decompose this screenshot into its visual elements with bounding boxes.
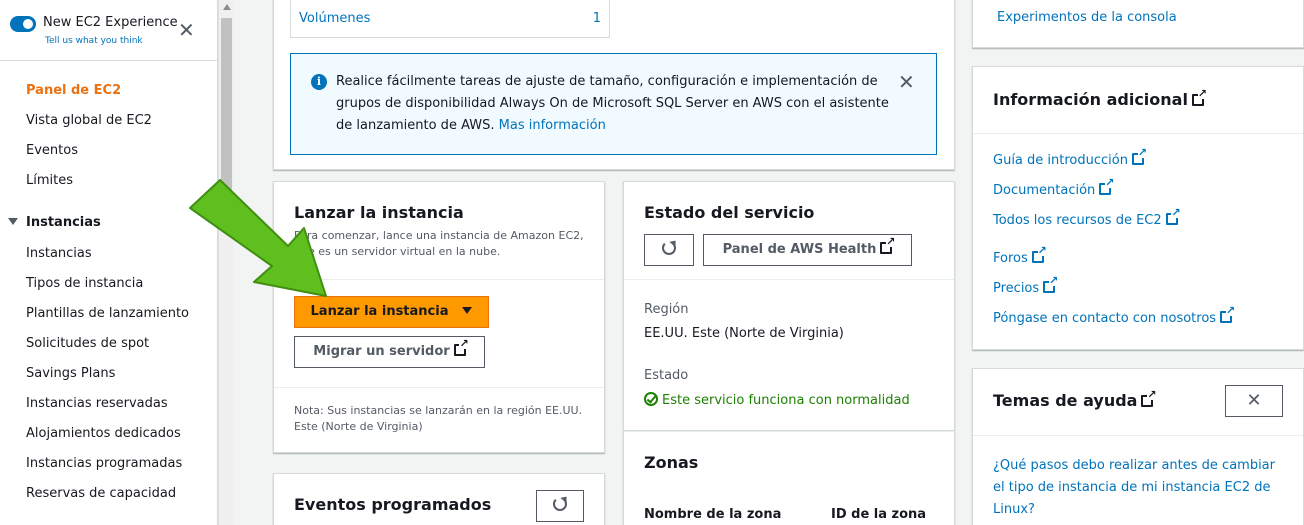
close-icon[interactable]: ✕ xyxy=(178,20,195,40)
link-pricing[interactable]: Precios xyxy=(993,275,1059,296)
annotation-arrow-icon xyxy=(189,179,327,297)
region-label: Región xyxy=(644,302,689,317)
link-all-resources[interactable]: Todos los recursos de EC2 xyxy=(993,207,1181,228)
scroll-up-arrow-icon[interactable] xyxy=(223,4,231,10)
help-topics-panel: Temas de ayuda ✕ ¿Qué pasos debo realiza… xyxy=(972,368,1304,525)
migrate-server-label: Migrar un servidor xyxy=(313,344,450,359)
info-banner: i Realice fácilmente tareas de ajuste de… xyxy=(290,53,937,155)
link-all-resources-label: Todos los recursos de EC2 xyxy=(993,213,1162,228)
external-link-icon xyxy=(1131,147,1147,165)
sidebar-item-spot-requests[interactable]: Solicitudes de spot xyxy=(26,336,149,351)
help-topics-title: Temas de ayuda xyxy=(993,389,1157,410)
external-link-icon xyxy=(880,236,896,254)
migrate-server-button[interactable]: Migrar un servidor xyxy=(294,336,485,368)
link-contact-us[interactable]: Póngase en contacto con nosotros xyxy=(993,305,1236,326)
sidebar-item-global-view[interactable]: Vista global de EC2 xyxy=(26,113,152,128)
sidebar-item-savings-plans[interactable]: Savings Plans xyxy=(26,366,115,381)
feedback-link[interactable]: Tell us what you think xyxy=(45,36,143,46)
sidebar-item-events[interactable]: Eventos xyxy=(26,143,78,158)
zones-title: Zonas xyxy=(644,453,699,472)
status-value: Este servicio funciona con normalidad xyxy=(644,392,910,408)
sidebar-item-dashboard[interactable]: Panel de EC2 xyxy=(26,83,121,98)
divider xyxy=(274,387,604,388)
info-banner-text: Realice fácilmente tareas de ajuste de t… xyxy=(336,71,896,137)
launch-instance-description: Para comenzar, lance una instancia de Am… xyxy=(294,229,584,258)
link-documentation[interactable]: Documentación xyxy=(993,177,1115,198)
status-label: Estado xyxy=(644,368,689,383)
link-pricing-label: Precios xyxy=(993,281,1040,296)
refresh-icon xyxy=(553,497,567,511)
new-experience-toggle[interactable] xyxy=(10,16,36,32)
caret-down-icon[interactable] xyxy=(462,307,473,314)
zones-panel: Zonas Nombre de la zona ID de la zona xyxy=(623,431,955,525)
sidebar-item-reserved-instances[interactable]: Instancias reservadas xyxy=(26,396,168,411)
sidebar-item-instance-types[interactable]: Tipos de instancia xyxy=(26,276,143,291)
link-forums-label: Foros xyxy=(993,251,1028,266)
sidebar-item-scheduled-instances[interactable]: Instancias programadas xyxy=(26,456,182,471)
zones-col-name[interactable]: Nombre de la zona xyxy=(644,507,781,522)
caret-down-icon xyxy=(8,218,18,225)
service-health-panel: Estado del servicio Panel de AWS Health … xyxy=(623,181,955,431)
sidebar-section-label: Instancias xyxy=(26,215,101,230)
link-getting-started-label: Guía de introducción xyxy=(993,153,1128,168)
external-link-icon xyxy=(1031,245,1047,263)
external-link-icon xyxy=(1099,177,1115,195)
external-link-icon xyxy=(1043,275,1059,293)
additional-info-title: Información adicional xyxy=(993,88,1207,109)
sidebar-item-instances[interactable]: Instancias xyxy=(26,246,92,261)
help-topics-title-text: Temas de ayuda xyxy=(993,391,1138,410)
scroll-thumb[interactable] xyxy=(221,18,232,198)
new-experience-title: New EC2 Experience xyxy=(43,15,178,30)
info-icon: i xyxy=(311,74,327,90)
external-link-icon xyxy=(1220,305,1236,323)
info-banner-link[interactable]: Mas información xyxy=(499,118,606,133)
status-value-text: Este servicio funciona con normalidad xyxy=(662,393,910,408)
external-link-icon xyxy=(1141,389,1157,407)
aws-health-dashboard-button[interactable]: Panel de AWS Health xyxy=(703,234,912,266)
external-link-icon xyxy=(1191,88,1207,106)
divider xyxy=(973,435,1303,436)
link-documentation-label: Documentación xyxy=(993,183,1096,198)
close-help-button[interactable]: ✕ xyxy=(1225,385,1283,417)
volumes-link[interactable]: Volúmenes xyxy=(299,11,370,26)
divider xyxy=(973,133,1303,134)
zones-col-id[interactable]: ID de la zona xyxy=(831,507,926,522)
sidebar-item-dedicated-hosts[interactable]: Alojamientos dedicados xyxy=(26,426,181,441)
volumes-resource-box[interactable]: Volúmenes 1 xyxy=(290,0,610,38)
external-link-icon xyxy=(1165,207,1181,225)
divider xyxy=(624,279,954,280)
sidebar-item-limits[interactable]: Límites xyxy=(26,173,73,188)
link-forums[interactable]: Foros xyxy=(993,245,1047,266)
additional-info-panel: Información adicional Guía de introducci… xyxy=(972,66,1304,350)
refresh-events-button[interactable] xyxy=(536,490,584,522)
link-getting-started[interactable]: Guía de introducción xyxy=(993,147,1147,168)
sidebar-section-instances[interactable]: Instancias xyxy=(8,215,101,230)
info-banner-message: Realice fácilmente tareas de ajuste de t… xyxy=(336,74,889,133)
refresh-health-button[interactable] xyxy=(644,234,694,266)
console-experiments-panel: Experimentos de la consola xyxy=(972,0,1304,48)
scheduled-events-panel: Eventos programados xyxy=(273,473,605,525)
refresh-icon xyxy=(662,241,676,255)
sidebar-item-launch-templates[interactable]: Plantillas de lanzamiento xyxy=(26,306,189,321)
additional-info-title-text: Información adicional xyxy=(993,90,1188,109)
sidebar-divider xyxy=(0,60,218,61)
sidebar-item-capacity-reservations[interactable]: Reservas de capacidad xyxy=(26,486,176,501)
scheduled-events-title: Eventos programados xyxy=(294,495,492,514)
link-contact-us-label: Póngase en contacto con nosotros xyxy=(993,311,1217,326)
check-circle-icon xyxy=(644,392,658,406)
external-link-icon xyxy=(453,338,469,356)
aws-health-label: Panel de AWS Health xyxy=(722,242,877,257)
help-question-link[interactable]: ¿Qué pasos debo realizar antes de cambia… xyxy=(993,455,1283,521)
console-experiments-link[interactable]: Experimentos de la consola xyxy=(997,10,1177,25)
service-health-title: Estado del servicio xyxy=(644,203,815,222)
region-value: EE.UU. Este (Norte de Virginia) xyxy=(644,326,844,341)
volumes-count[interactable]: 1 xyxy=(593,11,601,26)
close-icon: ✕ xyxy=(1246,390,1262,411)
launch-region-note: Nota: Sus instancias se lanzarán en la r… xyxy=(294,404,583,433)
close-icon[interactable]: ✕ xyxy=(898,70,915,94)
